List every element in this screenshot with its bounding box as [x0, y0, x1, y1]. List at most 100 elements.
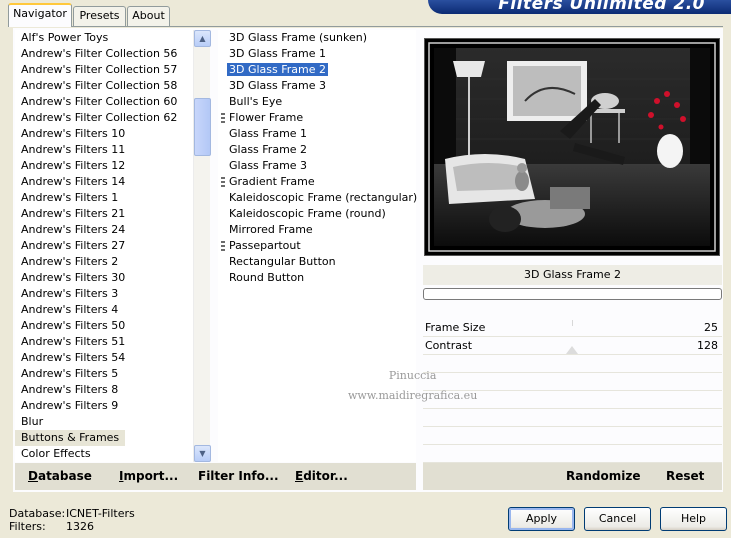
scroll-thumb[interactable] — [194, 98, 211, 156]
param-label: Contrast — [425, 339, 473, 352]
category-item[interactable]: Andrew's Filters 30 — [15, 270, 193, 286]
tab-navigator[interactable]: Navigator — [8, 3, 72, 27]
progress-bar — [423, 288, 722, 300]
reset-button[interactable]: Reset — [666, 469, 704, 483]
category-item[interactable]: Andrew's Filter Collection 56 — [15, 46, 193, 62]
filter-item[interactable]: Kaleidoscopic Frame (round) — [218, 206, 416, 222]
tab-presets[interactable]: Presets — [73, 6, 126, 26]
category-scrollbar[interactable]: ▲ ▼ — [193, 30, 211, 462]
category-item[interactable]: Blur — [15, 414, 193, 430]
filter-item[interactable]: Glass Frame 2 — [218, 142, 416, 158]
filters-label: Filters: — [9, 520, 46, 533]
filter-item[interactable]: Kaleidoscopic Frame (rectangular) — [218, 190, 418, 206]
help-button[interactable]: Help — [660, 507, 727, 531]
category-item[interactable]: Andrew's Filters 2 — [15, 254, 193, 270]
category-item[interactable]: Andrew's Filters 21 — [15, 206, 193, 222]
filter-item-label: Kaleidoscopic Frame (rectangular) — [229, 191, 418, 204]
filter-item-label: Gradient Frame — [229, 175, 315, 188]
filter-item[interactable]: Rectangular Button — [218, 254, 416, 270]
filter-item[interactable]: Bull's Eye — [218, 94, 416, 110]
status-info: Database:ICNET-Filters Filters: 1326 — [9, 507, 135, 533]
category-item[interactable]: Andrew's Filters 54 — [15, 350, 193, 366]
grip-icon — [221, 113, 225, 123]
filter-info-button[interactable]: Filter Info... — [198, 469, 279, 483]
scroll-up-icon[interactable]: ▲ — [194, 30, 211, 47]
scroll-down-icon[interactable]: ▼ — [194, 445, 211, 462]
filter-item[interactable]: Flower Frame — [218, 110, 416, 126]
watermark-line2: www.maidiregrafica.eu — [348, 389, 478, 402]
param-row-empty — [423, 427, 722, 445]
filter-item-label: Glass Frame 1 — [229, 127, 308, 140]
category-item[interactable]: Andrew's Filter Collection 62 — [15, 110, 193, 126]
filter-item-label: Rectangular Button — [229, 255, 336, 268]
category-item[interactable]: Andrew's Filter Collection 60 — [15, 94, 193, 110]
filter-item[interactable]: Passepartout — [218, 238, 416, 254]
database-value: ICNET-Filters — [66, 507, 135, 520]
preview-photo — [425, 39, 719, 255]
filter-item[interactable]: Round Button — [218, 270, 416, 286]
selected-filter-name: 3D Glass Frame 2 — [423, 265, 722, 285]
tab-divider — [8, 26, 723, 27]
cancel-button[interactable]: Cancel — [584, 507, 651, 531]
category-item[interactable]: Andrew's Filters 1 — [15, 190, 193, 206]
category-item[interactable]: Andrew's Filters 5 — [15, 366, 193, 382]
filter-item[interactable]: 3D Glass Frame 1 — [218, 46, 416, 62]
filter-item-label: Bull's Eye — [229, 95, 283, 108]
tab-about[interactable]: About — [127, 6, 170, 26]
app-title: Filters Unlimited 2.0 — [498, 0, 705, 14]
grip-icon — [221, 177, 225, 187]
category-item[interactable]: Andrew's Filters 8 — [15, 382, 193, 398]
param-row-frame-size[interactable]: Frame Size 25 — [423, 319, 722, 337]
filter-item-label: Kaleidoscopic Frame (round) — [229, 207, 386, 220]
slider-thumb[interactable] — [566, 346, 578, 354]
category-item[interactable]: Andrew's Filters 3 — [15, 286, 193, 302]
category-item[interactable]: Alf's Power Toys — [15, 30, 193, 46]
param-label: Frame Size — [425, 321, 486, 334]
filter-item-label: Glass Frame 3 — [229, 159, 308, 172]
filter-item-label: Glass Frame 2 — [229, 143, 308, 156]
category-item[interactable]: Andrew's Filters 50 — [15, 318, 193, 334]
apply-button[interactable]: Apply — [508, 507, 575, 531]
filter-item[interactable]: 3D Glass Frame (sunken) — [218, 30, 416, 46]
filter-item-label: Flower Frame — [229, 111, 304, 124]
param-row-contrast[interactable]: Contrast 128 — [423, 337, 722, 355]
param-value: 128 — [697, 339, 718, 352]
category-item[interactable]: Andrew's Filters 51 — [15, 334, 193, 350]
category-item[interactable]: Andrew's Filters 9 — [15, 398, 193, 414]
filter-item[interactable]: 3D Glass Frame 2 — [218, 62, 416, 78]
filter-item-label: 3D Glass Frame (sunken) — [229, 31, 367, 44]
category-item[interactable]: Andrew's Filter Collection 57 — [15, 62, 193, 78]
category-item[interactable]: Andrew's Filters 11 — [15, 142, 193, 158]
grip-icon — [221, 241, 225, 251]
editor-button[interactable]: Editor... — [295, 469, 348, 483]
category-item[interactable]: Andrew's Filters 12 — [15, 158, 193, 174]
filter-item[interactable]: Glass Frame 3 — [218, 158, 416, 174]
category-item[interactable]: Andrew's Filters 14 — [15, 174, 193, 190]
database-button[interactable]: Database — [28, 469, 92, 483]
filter-item-label: 3D Glass Frame 2 — [227, 63, 329, 76]
category-item[interactable]: Andrew's Filters 4 — [15, 302, 193, 318]
param-row-empty — [423, 445, 722, 463]
category-item[interactable]: Andrew's Filters 10 — [15, 126, 193, 142]
watermark: Pinuccia www.maidiregrafica.eu — [348, 366, 477, 406]
app-banner: Filters Unlimited 2.0 — [428, 0, 731, 14]
category-item[interactable]: Buttons & Frames — [15, 430, 126, 446]
filter-item[interactable]: Mirrored Frame — [218, 222, 416, 238]
import-button[interactable]: Import... — [119, 469, 178, 483]
right-toolbar: Randomize Reset — [423, 463, 722, 490]
category-item[interactable]: Color Effects — [15, 446, 193, 462]
filter-item[interactable]: Glass Frame 1 — [218, 126, 416, 142]
param-row-empty — [423, 409, 722, 427]
randomize-button[interactable]: Randomize — [566, 469, 640, 483]
filter-item[interactable]: Gradient Frame — [218, 174, 416, 190]
database-label: Database: — [9, 507, 66, 520]
left-toolbar: Database Import... Filter Info... Editor… — [15, 463, 416, 490]
category-list[interactable]: Alf's Power Toys Andrew's Filter Collecti… — [15, 30, 193, 462]
filter-item-label: 3D Glass Frame 1 — [229, 47, 327, 60]
filter-item-label: Passepartout — [229, 239, 301, 252]
category-item[interactable]: Andrew's Filters 24 — [15, 222, 193, 238]
filter-item[interactable]: 3D Glass Frame 3 — [218, 78, 416, 94]
category-item[interactable]: Andrew's Filters 27 — [15, 238, 193, 254]
filter-item-label: Round Button — [229, 271, 305, 284]
category-item[interactable]: Andrew's Filter Collection 58 — [15, 78, 193, 94]
